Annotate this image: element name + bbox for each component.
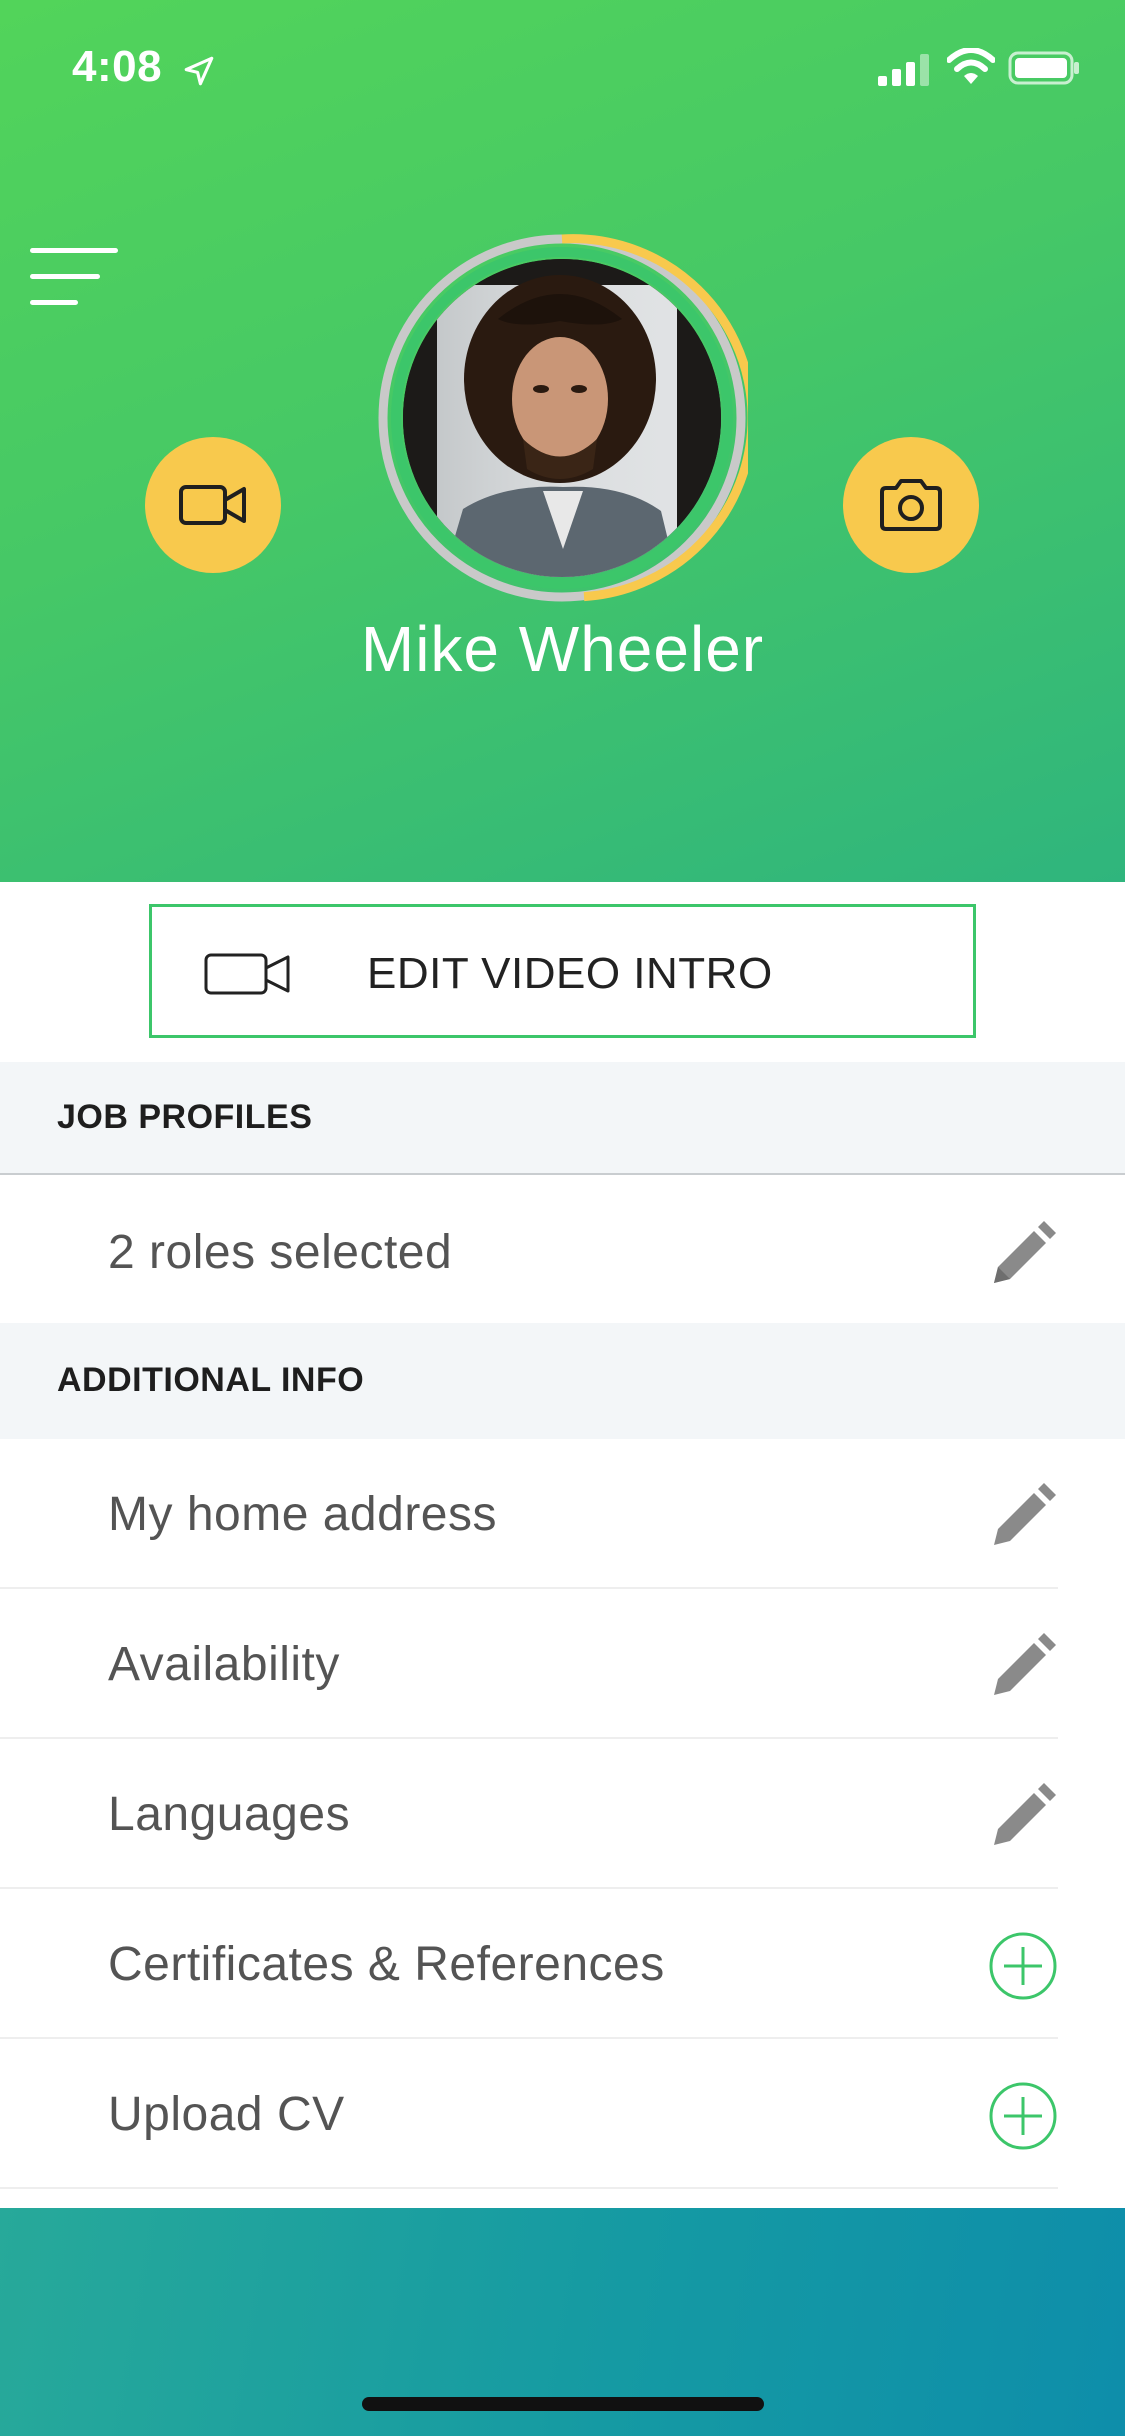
pencil-icon[interactable] [988,1631,1058,1701]
take-photo-button[interactable] [843,437,979,573]
status-bar: 4:08 [0,0,1125,140]
plus-circle-icon[interactable] [988,2081,1058,2151]
certificates-label: Certificates & References [108,1938,665,1991]
home-address-label: My home address [108,1488,497,1541]
profile-photo [403,259,721,577]
roles-selected-label: 2 roles selected [108,1226,453,1279]
additional-info-item[interactable]: Languages [0,1739,1125,1889]
location-arrow-icon [184,56,214,86]
profile-name: Mike Wheeler [360,613,765,685]
row-divider [0,2187,1058,2189]
profile-header: 4:08 Mike Wheeler [0,0,1125,882]
job-profiles-row[interactable]: 2 roles selected [0,1177,1125,1327]
pencil-icon[interactable] [988,1481,1058,1551]
pencil-icon[interactable] [988,1781,1058,1851]
camera-icon [880,479,942,531]
additional-info-item[interactable]: Availability [0,1589,1125,1739]
edit-video-intro-label: EDIT VIDEO INTRO [367,949,773,998]
section-title: ADDITIONAL INFO [57,1361,365,1399]
avatar[interactable] [403,259,721,577]
edit-video-intro-button[interactable]: EDIT VIDEO INTRO [149,904,976,1038]
video-camera-icon [179,485,246,525]
additional-info-item[interactable]: My home address [0,1439,1125,1589]
battery-icon [1008,51,1079,85]
video-camera-icon [204,953,290,995]
home-indicator[interactable] [362,2397,764,2411]
languages-label: Languages [108,1788,351,1841]
additional-info-item[interactable]: Upload CV [0,2039,1125,2189]
plus-circle-icon[interactable] [988,1931,1058,2001]
wifi-icon [947,48,995,84]
job-profiles-header: JOB PROFILES [0,1062,1125,1175]
additional-info-header: ADDITIONAL INFO [0,1323,1125,1439]
additional-info-item[interactable]: Certificates & References [0,1889,1125,2039]
menu-button[interactable] [26,244,122,310]
status-time: 4:08 [72,42,163,91]
record-video-button[interactable] [145,437,281,573]
section-title: JOB PROFILES [57,1098,313,1136]
menu-icon [30,248,118,253]
avatar-with-progress [376,232,748,604]
availability-label: Availability [108,1638,340,1691]
pencil-icon[interactable] [988,1219,1058,1289]
upload-cv-label: Upload CV [108,2088,345,2141]
cellular-signal-icon [878,54,929,86]
